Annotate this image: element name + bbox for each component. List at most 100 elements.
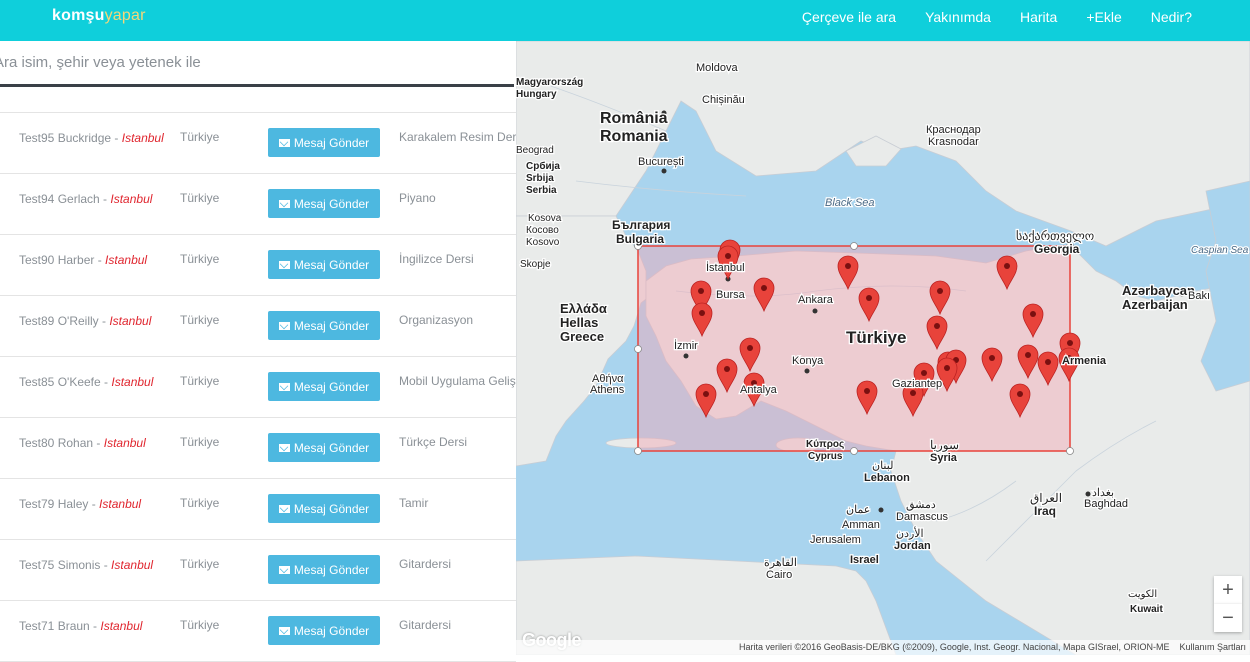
map-label: الأردن — [896, 526, 924, 540]
zoom-in-button[interactable]: + — [1214, 576, 1242, 604]
search-bar — [0, 41, 514, 87]
map-marker-dot — [866, 295, 872, 301]
map-label: Κύπρος — [806, 439, 844, 450]
nav-about[interactable]: Nedir? — [1151, 9, 1192, 25]
map-label: საქართველო — [1016, 229, 1094, 243]
map-marker-dot — [1067, 340, 1073, 346]
map-view[interactable]: Moldova Chișinău România Romania Bucureș… — [516, 41, 1250, 655]
map-label: Israel — [850, 554, 879, 566]
map-label: Georgia — [1034, 242, 1080, 256]
map-marker-dot — [1004, 263, 1010, 269]
send-message-button[interactable]: Mesaj Gönder — [268, 555, 380, 584]
map-label: Косово — [526, 225, 559, 236]
map-label: București — [638, 156, 684, 168]
listing-country: Türkiye — [180, 435, 220, 449]
map-marker-dot — [944, 365, 950, 371]
send-message-button[interactable]: Mesaj Gönder — [268, 494, 380, 523]
list-item: Test94 Gerlach - Istanbul Türkiye Mesaj … — [0, 174, 516, 235]
send-message-button[interactable]: Mesaj Gönder — [268, 311, 380, 340]
listing-country: Türkiye — [180, 496, 220, 510]
map-label: България — [612, 218, 670, 232]
logo[interactable]: komşuyapar — [52, 7, 146, 25]
map-label: Kuwait — [1130, 604, 1163, 615]
top-navbar: komşuyapar Çerçeve ile ara Yakınımda Har… — [0, 0, 1250, 41]
map-label: Hellas — [560, 315, 598, 330]
map-label: الكويت — [1128, 589, 1157, 600]
map-label: Amman — [842, 519, 880, 531]
list-item: Test71 Braun - Istanbul Türkiye Mesaj Gö… — [0, 601, 516, 662]
envelope-icon — [278, 382, 290, 391]
listing-name[interactable]: Test79 Haley - Istanbul — [19, 497, 141, 511]
terms-link[interactable]: Kullanım Şartları — [1179, 642, 1246, 652]
listing-country: Türkiye — [180, 374, 220, 388]
map-marker-dot — [937, 288, 943, 294]
listing-name[interactable]: Test75 Simonis - Istanbul — [19, 558, 153, 572]
listing-skill: Tamir — [399, 496, 429, 510]
map-marker-dot — [1025, 352, 1031, 358]
map-marker-dot — [989, 355, 995, 361]
send-message-button[interactable]: Mesaj Gönder — [268, 128, 380, 157]
nav-frame-search[interactable]: Çerçeve ile ara — [802, 9, 896, 25]
envelope-icon — [278, 321, 290, 330]
map-label: Краснодар — [926, 124, 981, 136]
map-marker-dot — [845, 263, 851, 269]
listing-name[interactable]: Test71 Braun - Istanbul — [19, 619, 142, 633]
listing-name[interactable]: Test80 Rohan - Istanbul — [19, 436, 146, 450]
map-label: România — [600, 110, 668, 127]
map-label: Chișinău — [702, 94, 745, 106]
zoom-out-button[interactable]: − — [1214, 604, 1242, 632]
map-label: Athens — [590, 384, 625, 396]
map-label: Skopje — [520, 259, 551, 270]
map-label: Bulgaria — [616, 232, 664, 246]
list-item: Test75 Simonis - Istanbul Türkiye Mesaj … — [0, 540, 516, 601]
list-item: Test79 Haley - Istanbul Türkiye Mesaj Gö… — [0, 479, 516, 540]
listing-name[interactable]: Test90 Harber - Istanbul — [19, 253, 147, 267]
map-marker-dot — [1017, 391, 1023, 397]
listing-skill: Mobil Uygulama Geliştirme — [399, 374, 516, 388]
map-canvas[interactable]: Moldova Chișinău România Romania Bucureș… — [516, 41, 1250, 655]
send-message-button[interactable]: Mesaj Gönder — [268, 616, 380, 645]
map-label: İzmir — [674, 339, 698, 352]
nav-map[interactable]: Harita — [1020, 9, 1057, 25]
listing-country: Türkiye — [180, 191, 220, 205]
map-label: Jordan — [894, 540, 931, 552]
send-message-button[interactable]: Mesaj Gönder — [268, 189, 380, 218]
map-label: Ελλάδα — [560, 301, 607, 316]
send-message-button[interactable]: Mesaj Gönder — [268, 250, 380, 279]
listing-skill: İngilizce Dersi — [399, 252, 474, 266]
map-marker-dot — [724, 366, 730, 372]
map-label: Azerbaijan — [1122, 297, 1188, 312]
map-attribution: Harita verileri ©2016 GeoBasis-DE/BKG (©… — [516, 640, 1250, 655]
listing-name[interactable]: Test94 Gerlach - Istanbul — [19, 192, 152, 206]
map-marker-dot — [934, 323, 940, 329]
map-label: İstanbul — [706, 261, 745, 274]
map-marker-dot — [1030, 311, 1036, 317]
list-item: Test80 Rohan - Istanbul Türkiye Mesaj Gö… — [0, 418, 516, 479]
envelope-icon — [278, 443, 290, 452]
listing-skill: Karakalem Resim Dersi — [399, 130, 516, 144]
envelope-icon — [278, 565, 290, 574]
nav-add[interactable]: +Ekle — [1086, 9, 1121, 25]
search-input[interactable] — [0, 41, 514, 84]
map-label: Damascus — [896, 511, 948, 523]
map-label: دمشق — [906, 499, 936, 511]
map-label: Iraq — [1034, 504, 1056, 518]
map-label: Serbia — [526, 185, 557, 196]
send-message-button[interactable]: Mesaj Gönder — [268, 433, 380, 462]
listing-panel: Test95 Buckridge - Istanbul Türkiye Mesa… — [0, 41, 516, 662]
map-label: سوريا — [930, 438, 959, 452]
map-label: Syria — [930, 452, 958, 464]
map-marker-dot — [761, 285, 767, 291]
listing-name[interactable]: Test95 Buckridge - Istanbul — [19, 131, 164, 145]
map-label: Kosovo — [526, 237, 560, 248]
send-message-button[interactable]: Mesaj Gönder — [268, 372, 380, 401]
map-label: Caspian Sea — [1191, 245, 1249, 256]
envelope-icon — [278, 260, 290, 269]
listing-name[interactable]: Test85 O'Keefe - Istanbul — [19, 375, 153, 389]
listing-name[interactable]: Test89 O'Reilly - Istanbul — [19, 314, 151, 328]
logo-part2: yapar — [104, 7, 146, 24]
nav-nearby[interactable]: Yakınımda — [925, 9, 991, 25]
envelope-icon — [278, 504, 290, 513]
map-label: Lebanon — [864, 472, 910, 484]
envelope-icon — [278, 626, 290, 635]
